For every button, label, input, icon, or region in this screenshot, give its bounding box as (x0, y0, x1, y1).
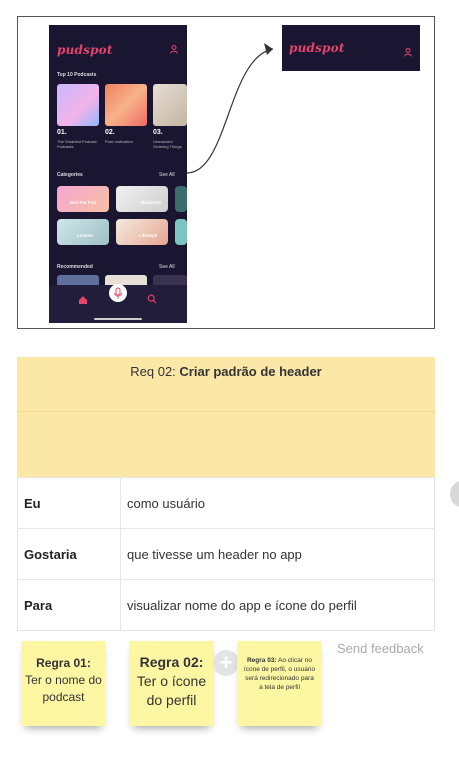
requirement-title: Req 02: Criar padrão de header (17, 364, 435, 379)
sticky-title: Regra 03: (246, 657, 277, 664)
requirement-id: Req 02: (130, 364, 180, 379)
add-note-button[interactable]: + (213, 650, 239, 676)
row-key: Para (18, 580, 121, 630)
table-row: Gostaria que tivesse um header no app (18, 529, 434, 580)
row-value: como usuário (127, 495, 206, 511)
row-value: visualizar nome do app e ícone do perfil (127, 597, 357, 613)
sticky-note-rule-2[interactable]: Regra 02: Ter o ícone do perfil (129, 641, 214, 726)
requirement-name: Criar padrão de header (179, 364, 322, 379)
row-key: Gostaria (18, 529, 121, 579)
sticky-title: Regra 01: (36, 656, 91, 670)
requirement-card: Req 02: Criar padrão de header Eu como u… (17, 357, 435, 631)
header-component-preview: pudspot (282, 25, 420, 71)
sticky-text: Ter o ícone do perfil (136, 673, 207, 708)
table-row: Eu como usuário (18, 477, 434, 529)
header-divider (17, 411, 435, 412)
send-feedback-link[interactable]: Send feedback (337, 641, 424, 656)
row-value: que tivesse um header no app (127, 546, 302, 562)
requirement-header: Req 02: Criar padrão de header (17, 357, 435, 477)
user-story-table: Eu como usuário Gostaria que tivesse um … (17, 477, 435, 631)
sticky-note-rule-3[interactable]: Regra 03: Ao clicar no ícone de perfil, … (237, 641, 322, 726)
sticky-note-rule-1[interactable]: Regra 01: Ter o nome do podcast (21, 641, 106, 726)
mockup-frame: pudspot Top 10 Podcasts 01. 02. 03. The … (17, 16, 435, 329)
sticky-text: Ter o nome do podcast (25, 673, 102, 704)
sticky-title: Regra 02: (139, 654, 204, 670)
table-row: Para visualizar nome do app e ícone do p… (18, 580, 434, 631)
header-profile-icon[interactable] (404, 44, 412, 62)
header-app-logo: pudspot (289, 41, 345, 55)
side-handle[interactable] (450, 480, 459, 508)
row-key: Eu (18, 478, 121, 528)
